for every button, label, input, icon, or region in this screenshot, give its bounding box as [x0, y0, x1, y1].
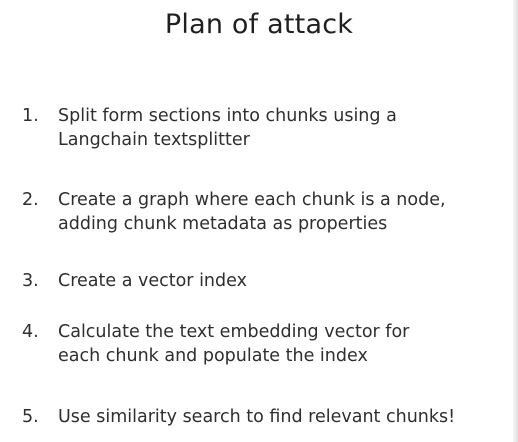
list-item-text: Split form sections into chunks using a …: [58, 106, 397, 150]
slide: Plan of attack 1. Split form sections in…: [0, 0, 518, 442]
list-item-text: Create a graph where each chunk is a nod…: [58, 190, 446, 234]
list-item-number: 5.: [22, 407, 39, 427]
list-item-number: 3.: [22, 271, 39, 291]
list-item-text: Calculate the text embedding vector for …: [58, 322, 410, 366]
window-edge: [513, 0, 518, 442]
list-item-text: Create a vector index: [58, 271, 247, 291]
list-item-number: 2.: [22, 190, 39, 210]
slide-title: Plan of attack: [164, 9, 354, 40]
list-item-number: 4.: [22, 322, 39, 342]
list-item-text: Use similarity search to find relevant c…: [58, 407, 456, 427]
list-item-number: 1.: [22, 106, 39, 126]
